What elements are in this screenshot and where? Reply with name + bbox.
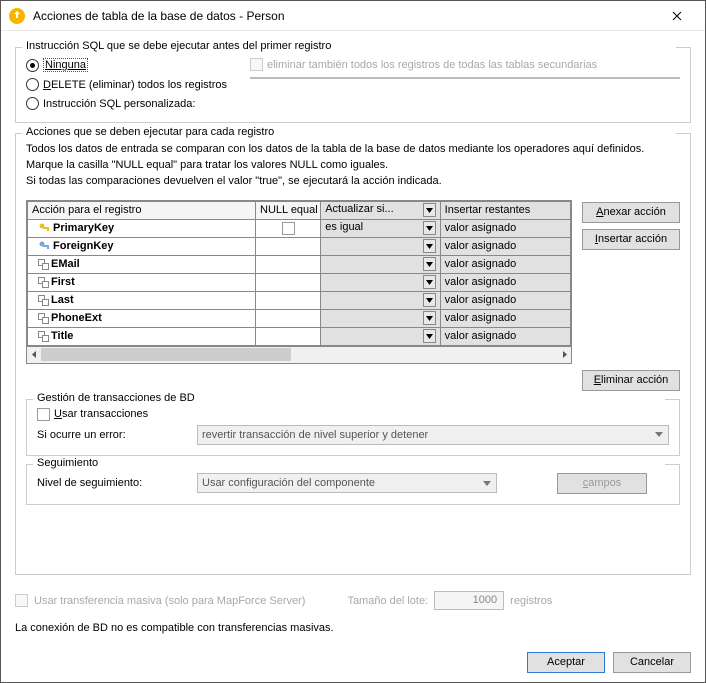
trace-group: Seguimiento Nivel de seguimiento: Usar c… xyxy=(26,464,680,505)
chk-bulk-label: Usar transferencia masiva (solo para Map… xyxy=(34,595,305,607)
dialog-content: Instrucción SQL que se debe ejecutar ant… xyxy=(1,31,705,642)
cancel-button[interactable]: Cancelar xyxy=(613,652,691,673)
delete-action-button[interactable]: Eliminar acción xyxy=(582,370,680,391)
ok-button[interactable]: Aceptar xyxy=(527,652,605,673)
scroll-right-icon[interactable] xyxy=(557,347,571,362)
chevron-down-icon[interactable] xyxy=(423,275,436,289)
chevron-down-icon[interactable] xyxy=(423,239,436,253)
actions-grid[interactable]: Acción para el registro NULL equal Actua… xyxy=(26,200,572,347)
custom-sql-textarea[interactable] xyxy=(250,77,680,79)
col-insert[interactable]: Insertar restantes xyxy=(440,201,570,219)
chevron-down-icon[interactable] xyxy=(423,293,436,307)
tx-legend: Gestión de transacciones de BD xyxy=(33,392,665,400)
trace-legend: Seguimiento xyxy=(33,457,665,465)
col-null: NULL equal xyxy=(256,201,321,219)
chevron-down-icon[interactable] xyxy=(423,311,436,325)
table-row[interactable]: Lastvalor asignado xyxy=(28,291,571,309)
instruction-text: Todos los datos de entrada se comparan c… xyxy=(26,142,680,190)
col-action: Acción para el registro xyxy=(28,201,256,219)
radio-custom-sql-label: Instrucción SQL personalizada: xyxy=(43,98,195,110)
insert-action-button[interactable]: Insertar acción xyxy=(582,229,680,250)
radio-delete-all-label: DELETE (eliminar) todos los registros xyxy=(43,79,227,91)
batch-unit: registros xyxy=(510,595,552,607)
sql-before-group: Instrucción SQL que se debe ejecutar ant… xyxy=(15,47,691,123)
radio-none-label: Ninguna xyxy=(45,59,86,71)
trace-level-label: Nivel de seguimiento: xyxy=(37,477,187,489)
chk-use-tx[interactable] xyxy=(37,408,50,421)
chk-delete-child xyxy=(250,58,263,71)
onerror-label: Si ocurre un error: xyxy=(37,429,187,441)
batch-size-input: 1000 xyxy=(434,591,504,610)
col-update[interactable]: Actualizar si... xyxy=(321,201,440,219)
null-equal-chk[interactable] xyxy=(282,222,295,235)
column-icon xyxy=(38,331,48,341)
column-icon xyxy=(38,313,48,323)
dialog-footer: Aceptar Cancelar xyxy=(1,642,705,682)
primary-key-icon xyxy=(38,222,50,234)
batch-label: Tamaño del lote: xyxy=(347,595,428,607)
onerror-select[interactable]: revertir transacción de nivel superior y… xyxy=(197,425,669,445)
radio-custom-sql[interactable] xyxy=(26,97,39,110)
table-row[interactable]: Titlevalor asignado xyxy=(28,327,571,345)
chk-delete-child-label: eliminar también todos los registros de … xyxy=(267,59,597,71)
chevron-down-icon[interactable] xyxy=(423,329,436,343)
table-row[interactable]: Firstvalor asignado xyxy=(28,273,571,291)
dialog-window: Acciones de tabla de la base de datos - … xyxy=(0,0,706,683)
chevron-down-icon[interactable] xyxy=(423,221,436,235)
close-button[interactable] xyxy=(657,1,697,31)
chk-use-tx-label: Usar transacciones xyxy=(54,408,148,420)
bulk-row: Usar transferencia masiva (solo para Map… xyxy=(15,591,691,610)
foreign-key-icon xyxy=(38,240,50,252)
trace-level-select[interactable]: Usar configuración del componente xyxy=(197,473,497,493)
radio-none[interactable] xyxy=(26,59,39,72)
append-action-button[interactable]: Anexar acción xyxy=(582,202,680,223)
table-row[interactable]: EMailvalor asignado xyxy=(28,255,571,273)
table-row[interactable]: PhoneExtvalor asignado xyxy=(28,309,571,327)
per-record-group: Acciones que se deben ejecutar para cada… xyxy=(15,133,691,575)
per-record-legend: Acciones que se deben ejecutar para cada… xyxy=(22,126,676,134)
scroll-thumb[interactable] xyxy=(41,348,291,361)
scroll-left-icon[interactable] xyxy=(27,347,41,362)
column-icon xyxy=(38,259,48,269)
chevron-down-icon xyxy=(479,475,495,491)
chevron-down-icon[interactable] xyxy=(423,257,436,271)
fields-button: campos xyxy=(557,473,647,494)
table-row[interactable]: ForeignKeyvalor asignado xyxy=(28,237,571,255)
chk-bulk xyxy=(15,594,28,607)
titlebar: Acciones de tabla de la base de datos - … xyxy=(1,1,705,31)
sql-before-legend: Instrucción SQL que se debe ejecutar ant… xyxy=(22,40,676,48)
app-icon xyxy=(9,8,25,24)
grid-hscroll[interactable] xyxy=(26,347,572,364)
column-icon xyxy=(38,295,48,305)
table-row[interactable]: PrimaryKeyes igualvalor asignado xyxy=(28,219,571,237)
window-title: Acciones de tabla de la base de datos - … xyxy=(33,9,657,23)
bulk-warning: La conexión de BD no es compatible con t… xyxy=(15,622,691,634)
tx-group: Gestión de transacciones de BD Usar tran… xyxy=(26,399,680,456)
chevron-down-icon[interactable] xyxy=(423,203,436,217)
chevron-down-icon xyxy=(651,427,667,443)
column-icon xyxy=(38,277,48,287)
radio-delete-all[interactable] xyxy=(26,78,39,91)
